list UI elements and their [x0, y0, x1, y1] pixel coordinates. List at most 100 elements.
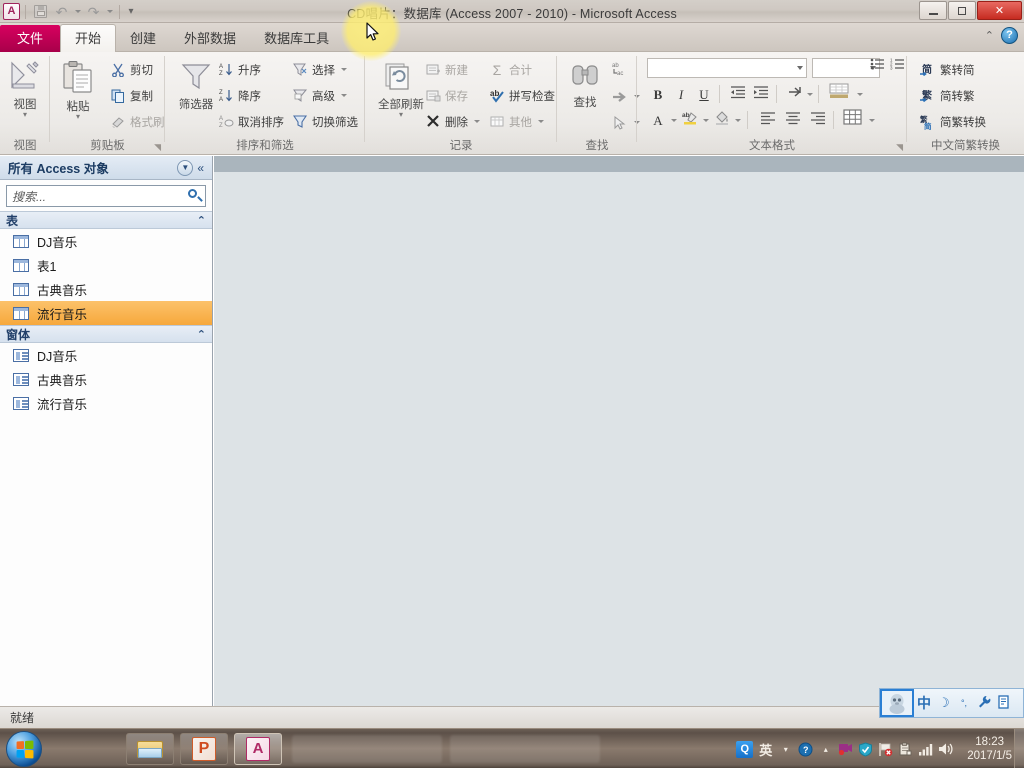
decrease-indent-button[interactable]: [727, 84, 749, 105]
chinese-conversion-button[interactable]: 繁简 简繁转换: [920, 111, 986, 132]
increase-indent-button[interactable]: [750, 84, 772, 105]
chevron-up-icon[interactable]: ⌃: [197, 328, 206, 341]
text-direction-button[interactable]: [784, 84, 806, 105]
advanced-filter-button[interactable]: 高级: [292, 85, 347, 106]
chevron-down-icon[interactable]: [857, 93, 863, 96]
chevron-down-icon[interactable]: [671, 119, 677, 122]
ime-language-bar[interactable]: 中 ☽ °,: [879, 688, 1024, 718]
tab-file[interactable]: 文件: [0, 25, 61, 52]
work-area[interactable]: [214, 156, 1024, 706]
nav-item-table-classical[interactable]: 古典音乐: [0, 277, 212, 301]
selection-button[interactable]: 选择: [292, 59, 347, 80]
simplified-to-traditional-button[interactable]: 繁 简转繁: [920, 85, 975, 106]
nav-group-header-tables[interactable]: 表 ⌃: [0, 211, 212, 229]
nav-item-form-classical[interactable]: 古典音乐: [0, 367, 212, 391]
chevron-down-icon[interactable]: [341, 68, 347, 71]
tab-create[interactable]: 创建: [116, 25, 170, 52]
tray-expand-icon[interactable]: ▴: [818, 745, 833, 754]
copy-button[interactable]: 复制: [110, 85, 153, 106]
refresh-all-dropdown-icon[interactable]: ▾: [373, 111, 429, 119]
taskbar-clock[interactable]: 18:23 2017/1/5: [959, 735, 1018, 763]
nav-item-table-dj[interactable]: DJ音乐: [0, 229, 212, 253]
align-center-button[interactable]: [782, 110, 804, 131]
chevron-up-icon[interactable]: ⌃: [197, 214, 206, 227]
nav-item-table-1[interactable]: 表1: [0, 253, 212, 277]
nav-item-form-dj[interactable]: DJ音乐: [0, 343, 212, 367]
tray-chevron-icon[interactable]: ▾: [778, 745, 793, 754]
collapse-ribbon-icon[interactable]: ⌃: [985, 29, 994, 42]
chevron-down-icon[interactable]: [869, 119, 875, 122]
cut-button[interactable]: 剪切: [110, 59, 153, 80]
totals-button[interactable]: Σ 合计: [489, 59, 532, 80]
find-button[interactable]: 查找: [557, 62, 613, 110]
delete-record-button[interactable]: 删除: [425, 111, 480, 132]
network-flag-icon[interactable]: [878, 742, 893, 757]
nav-item-table-pop[interactable]: 流行音乐: [0, 301, 212, 325]
taskbar-access[interactable]: A: [234, 733, 282, 765]
ime-settings-icon[interactable]: [974, 695, 994, 712]
clipboard-icon[interactable]: [898, 741, 913, 757]
view-dropdown-icon[interactable]: ▾: [0, 111, 53, 119]
chevron-down-icon[interactable]: [807, 93, 813, 96]
clear-sort-button[interactable]: AZ 取消排序: [218, 111, 285, 132]
security-shield-icon[interactable]: [858, 741, 873, 757]
qq-pinyin-icon[interactable]: [880, 689, 914, 717]
help-button[interactable]: ?: [1001, 27, 1018, 44]
more-button[interactable]: 其他: [489, 111, 544, 132]
spelling-button[interactable]: ab 拼写检查: [489, 85, 555, 106]
save-record-button[interactable]: 保存: [425, 85, 468, 106]
nav-group-header-forms[interactable]: 窗体 ⌃: [0, 325, 212, 343]
traditional-to-simplified-button[interactable]: 简 繁转简: [920, 59, 975, 80]
chevron-down-icon[interactable]: [703, 119, 709, 122]
nav-item-form-pop[interactable]: 流行音乐: [0, 391, 212, 415]
align-left-button[interactable]: [757, 110, 779, 131]
align-right-button[interactable]: [807, 110, 829, 131]
taskbar-powerpoint[interactable]: P: [180, 733, 228, 765]
view-button[interactable]: 视图 ▾: [0, 60, 53, 119]
bold-button[interactable]: B: [647, 84, 669, 105]
collapse-navigation-pane-button[interactable]: «: [193, 161, 208, 175]
search-input[interactable]: 搜索...: [6, 185, 206, 207]
gridlines-button[interactable]: [841, 109, 865, 130]
sort-descending-button[interactable]: ZA 降序: [218, 85, 261, 106]
format-painter-button[interactable]: 格式刷: [110, 111, 165, 132]
filter-button[interactable]: 筛选器: [168, 62, 224, 112]
ime-punctuation-icon[interactable]: °,: [954, 698, 974, 708]
sort-ascending-button[interactable]: AZ 升序: [218, 59, 261, 80]
close-button[interactable]: ✕: [977, 1, 1022, 20]
tab-external-data[interactable]: 外部数据: [170, 25, 250, 52]
refresh-all-button[interactable]: 全部刷新 ▾: [373, 62, 429, 119]
chevron-down-icon[interactable]: [735, 119, 741, 122]
paste-button[interactable]: 粘贴 ▾: [50, 60, 106, 121]
action-center-icon[interactable]: ?: [798, 742, 813, 757]
recorder-icon[interactable]: [838, 742, 853, 756]
italic-button[interactable]: I: [670, 84, 692, 105]
restore-button[interactable]: [948, 1, 976, 20]
chevron-down-icon[interactable]: [474, 120, 480, 123]
chevron-down-icon[interactable]: ▼: [177, 159, 194, 176]
qq-tray-icon[interactable]: Q: [736, 740, 754, 758]
start-button[interactable]: [6, 731, 42, 767]
tab-database-tools[interactable]: 数据库工具: [250, 25, 343, 52]
ime-halfwidth-icon[interactable]: ☽: [934, 695, 954, 711]
signal-bars-icon[interactable]: [918, 743, 933, 756]
paste-dropdown-icon[interactable]: ▾: [50, 113, 106, 121]
taskbar-explorer[interactable]: [126, 733, 174, 765]
volume-icon[interactable]: [938, 742, 954, 756]
background-color-button[interactable]: [711, 110, 733, 131]
minimize-button[interactable]: [919, 1, 947, 20]
underline-button[interactable]: U: [693, 84, 715, 105]
search-icon[interactable]: [187, 188, 203, 204]
tab-home[interactable]: 开始: [60, 24, 117, 52]
ime-mode-chinese[interactable]: 中: [914, 693, 934, 713]
new-record-button[interactable]: 新建: [425, 59, 468, 80]
font-color-button[interactable]: A: [647, 110, 669, 131]
toggle-filter-button[interactable]: 切换筛选: [292, 111, 358, 132]
ime-language-icon[interactable]: 英: [758, 740, 773, 759]
show-desktop-button[interactable]: [1014, 729, 1024, 768]
text-format-dialog-launcher[interactable]: ◥: [896, 142, 903, 153]
ime-toolbox-icon[interactable]: [994, 694, 1014, 712]
clipboard-dialog-launcher[interactable]: ◥: [154, 142, 161, 153]
text-highlight-button[interactable]: ab: [679, 110, 701, 131]
font-name-combobox[interactable]: [647, 58, 807, 78]
